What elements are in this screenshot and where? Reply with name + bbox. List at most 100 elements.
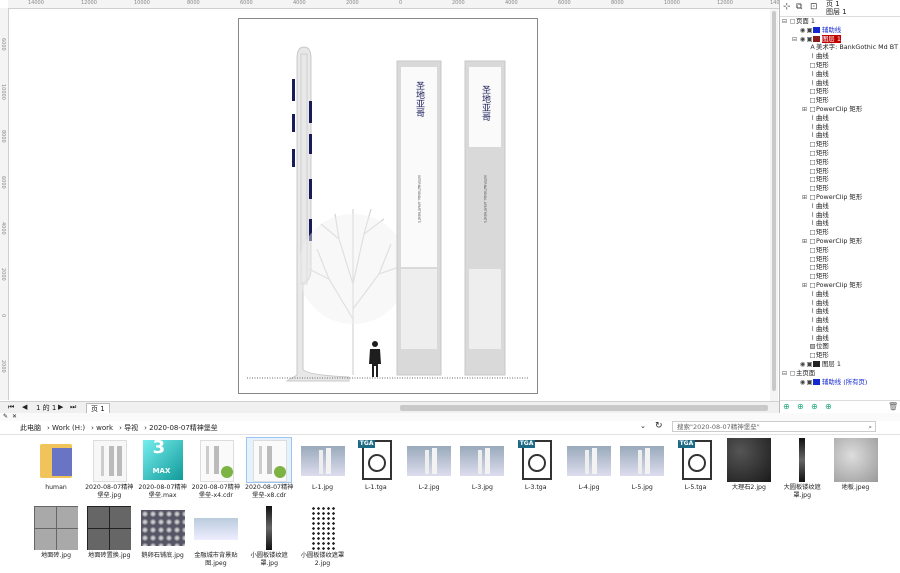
object-row[interactable]: □矩形 (780, 246, 900, 255)
new-layer-icon[interactable]: ⊕ (783, 402, 790, 411)
refresh-icon[interactable]: ↻ (655, 421, 663, 431)
file-item[interactable]: 大理石2.jpg (723, 438, 775, 492)
search-input[interactable]: 搜索"2020-08-07精神堡垒" ⌕ (672, 421, 876, 432)
file-item[interactable]: TGA L-5.tga (670, 438, 722, 492)
file-item[interactable]: L-2.jpg (403, 438, 455, 492)
object-row[interactable]: ⌇ 曲线 (780, 334, 900, 343)
object-row[interactable]: ⌇ 曲线 (780, 219, 900, 228)
file-item[interactable]: L-5.jpg (616, 438, 668, 492)
layer-color-swatch[interactable] (813, 378, 820, 385)
lock-icon[interactable]: ▣ (806, 35, 813, 44)
breadcrumb-item[interactable]: work (96, 424, 113, 432)
view-layers-icon[interactable]: ⊡ (810, 2, 818, 12)
object-row[interactable]: ▧位图 (780, 342, 900, 351)
file-item[interactable]: 地面砖.jpg (30, 506, 82, 560)
object-row[interactable]: □矩形 (780, 87, 900, 96)
object-row[interactable]: ⊟ ▢主页面 (780, 369, 900, 378)
object-row[interactable]: ⌇ 曲线 (780, 52, 900, 61)
object-row[interactable]: ⌇ 曲线 (780, 79, 900, 88)
file-item[interactable]: 小圆板镂纹遮罩2.jpg (297, 506, 349, 567)
breadcrumb-item[interactable]: 导视 (124, 424, 138, 432)
object-row[interactable]: ⊞ □PowerClip 矩形 (780, 105, 900, 114)
vertical-scrollbar[interactable] (770, 9, 778, 401)
object-row[interactable]: □矩形 (780, 184, 900, 193)
object-row[interactable]: □矩形 (780, 167, 900, 176)
visibility-eye-icon[interactable]: ◉ (799, 26, 806, 35)
file-item[interactable]: 地面砖置换.jpg (83, 506, 135, 560)
pin-icon[interactable]: ✎ (3, 413, 8, 420)
object-row[interactable]: ⌇ 曲线 (780, 316, 900, 325)
file-item[interactable]: L-3.jpg (456, 438, 508, 492)
document-page[interactable]: 圣地亚哥 INTERNATIONAL APARTMENTS 圣地亚哥 INTER… (238, 18, 538, 394)
object-row[interactable]: ⌇ 曲线 (780, 290, 900, 299)
first-page-icon[interactable]: ⏮ (8, 403, 14, 412)
layer-manager-icon[interactable]: ⧉ (796, 2, 802, 12)
lock-icon[interactable]: ▣ (806, 360, 813, 369)
chevron-down-icon[interactable]: ⌄ (640, 422, 646, 430)
layer-props-icon[interactable]: ⊹ (783, 2, 791, 12)
file-item[interactable]: 大圆板镂纹遮罩.jpg (776, 438, 828, 499)
object-row[interactable]: ⌇ 曲线 (780, 202, 900, 211)
lock-icon[interactable]: ▣ (806, 26, 813, 35)
object-row[interactable]: □矩形 (780, 351, 900, 360)
object-row[interactable]: □矩形 (780, 140, 900, 149)
object-row[interactable]: ◉▣ 图层 1 (780, 360, 900, 369)
object-row[interactable]: □矩形 (780, 96, 900, 105)
file-item[interactable]: 鹅卵石铺底.jpg (137, 506, 189, 560)
object-row[interactable]: □矩形 (780, 158, 900, 167)
layer-color-swatch[interactable] (813, 26, 820, 33)
address-bar[interactable]: 此电脑 › Work (H:) › work › 导视 › 2020-08-07精神堡垒… (0, 420, 900, 435)
object-row[interactable]: ⊟ ▢页面 1 (780, 17, 900, 26)
object-row[interactable]: ◉▣ 辅助线 (所有页) (780, 378, 900, 387)
object-row[interactable]: □矩形 (780, 263, 900, 272)
visibility-eye-icon[interactable]: ◉ (799, 360, 806, 369)
layer-color-swatch[interactable] (813, 361, 820, 368)
lock-icon[interactable]: ▣ (806, 378, 813, 387)
file-item[interactable]: 3 MAX 2020-08-07精神堡垒.max (137, 438, 189, 499)
object-row[interactable]: □矩形 (780, 175, 900, 184)
object-row[interactable]: □矩形 (780, 272, 900, 281)
object-row[interactable]: □矩形 (780, 149, 900, 158)
breadcrumb-item[interactable]: 此电脑 (20, 424, 41, 432)
object-row[interactable]: ⌇ 曲线 (780, 211, 900, 220)
new-page-icon[interactable]: ⊕ (811, 402, 818, 411)
object-row[interactable]: ⊞ □PowerClip 矩形 (780, 281, 900, 290)
breadcrumb-item[interactable]: 2020-08-07精神堡垒 (149, 424, 218, 432)
object-row[interactable]: ⊞ □PowerClip 矩形 (780, 237, 900, 246)
object-row[interactable]: ⌇ 曲线 (780, 299, 900, 308)
last-page-icon[interactable]: ⏭ (70, 403, 76, 412)
prev-page-icon[interactable]: ◀ (22, 403, 27, 411)
visibility-eye-icon[interactable]: ◉ (799, 35, 806, 44)
layer-color-swatch[interactable] (813, 35, 820, 42)
visibility-eye-icon[interactable]: ◉ (799, 378, 806, 387)
delete-icon[interactable]: 🗑 (888, 402, 898, 411)
object-row[interactable]: ⌇ 曲线 (780, 114, 900, 123)
object-row[interactable]: □矩形 (780, 228, 900, 237)
horizontal-scrollbar[interactable] (400, 405, 768, 411)
file-item[interactable]: TGA L-3.tga (510, 438, 562, 492)
object-row[interactable]: □矩形 (780, 255, 900, 264)
object-row[interactable]: A美术字: BankGothic Md BT (780, 43, 900, 52)
object-row[interactable]: ⌇ 曲线 (780, 70, 900, 79)
object-row[interactable]: ⌇ 曲线 (780, 131, 900, 140)
file-item[interactable]: human (30, 438, 82, 492)
object-row[interactable]: ⊞ □PowerClip 矩形 (780, 193, 900, 202)
file-item[interactable]: 地板.jpeg (830, 438, 882, 492)
close-icon[interactable]: ✕ (12, 413, 17, 420)
object-row[interactable]: ⌇ 曲线 (780, 325, 900, 334)
object-row[interactable]: ◉▣ 辅助线 (780, 26, 900, 35)
object-row[interactable]: ⌇ 曲线 (780, 307, 900, 316)
object-row[interactable]: ⌇ 曲线 (780, 123, 900, 132)
breadcrumb-item[interactable]: Work (H:) (52, 424, 85, 432)
file-item[interactable]: L-4.jpg (563, 438, 615, 492)
new-master-icon[interactable]: ⊕ (825, 402, 832, 411)
file-item[interactable]: 2020-08-07精神堡垒-x8.cdr (243, 437, 295, 499)
file-item[interactable]: 小圆板镂纹遮罩.jpg (243, 506, 295, 567)
file-item[interactable]: 2020-08-07精神堡垒.jpg (83, 438, 135, 499)
new-master-layer-icon[interactable]: ⊕ (797, 402, 804, 411)
object-row[interactable]: □矩形 (780, 61, 900, 70)
file-item[interactable]: TGA L-1.tga (350, 438, 402, 492)
file-item[interactable]: L-1.jpg (297, 438, 349, 492)
file-item[interactable]: 金融城市背景贴图.jpeg (190, 506, 242, 567)
next-page-icon[interactable]: ▶ (58, 403, 63, 411)
